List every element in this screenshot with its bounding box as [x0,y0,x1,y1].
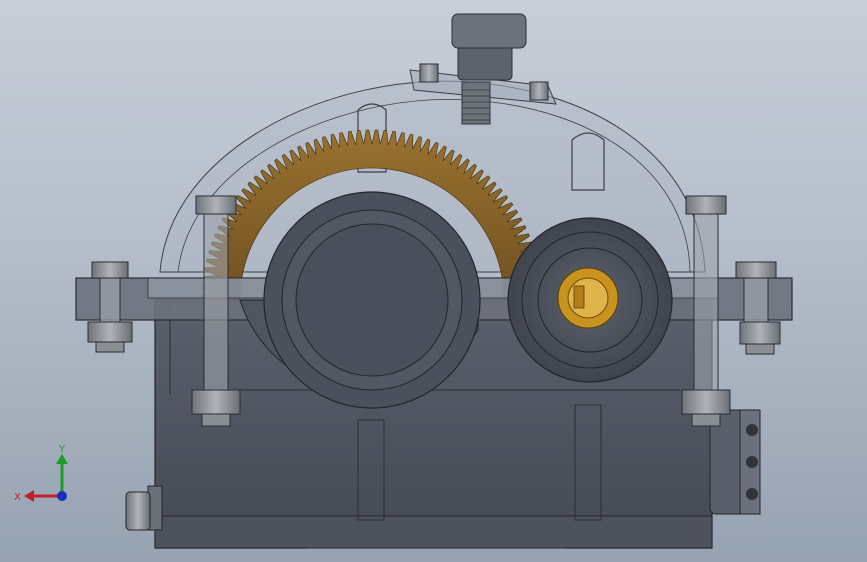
cad-viewport[interactable]: Y X [0,0,867,562]
x-axis-label: X [14,492,21,503]
cover-screw-right[interactable] [529,81,549,101]
drain-plug[interactable] [125,485,163,531]
coordinate-triad: Y X [14,444,68,503]
y-axis-label: Y [58,444,66,455]
cover-screw-left[interactable] [419,63,439,83]
shaft-keyway [573,285,585,309]
housing-base-flange [154,515,713,549]
gear-reducer-model[interactable] [0,0,867,562]
input-shaft[interactable] [557,267,619,329]
z-axis-dot [57,491,67,501]
